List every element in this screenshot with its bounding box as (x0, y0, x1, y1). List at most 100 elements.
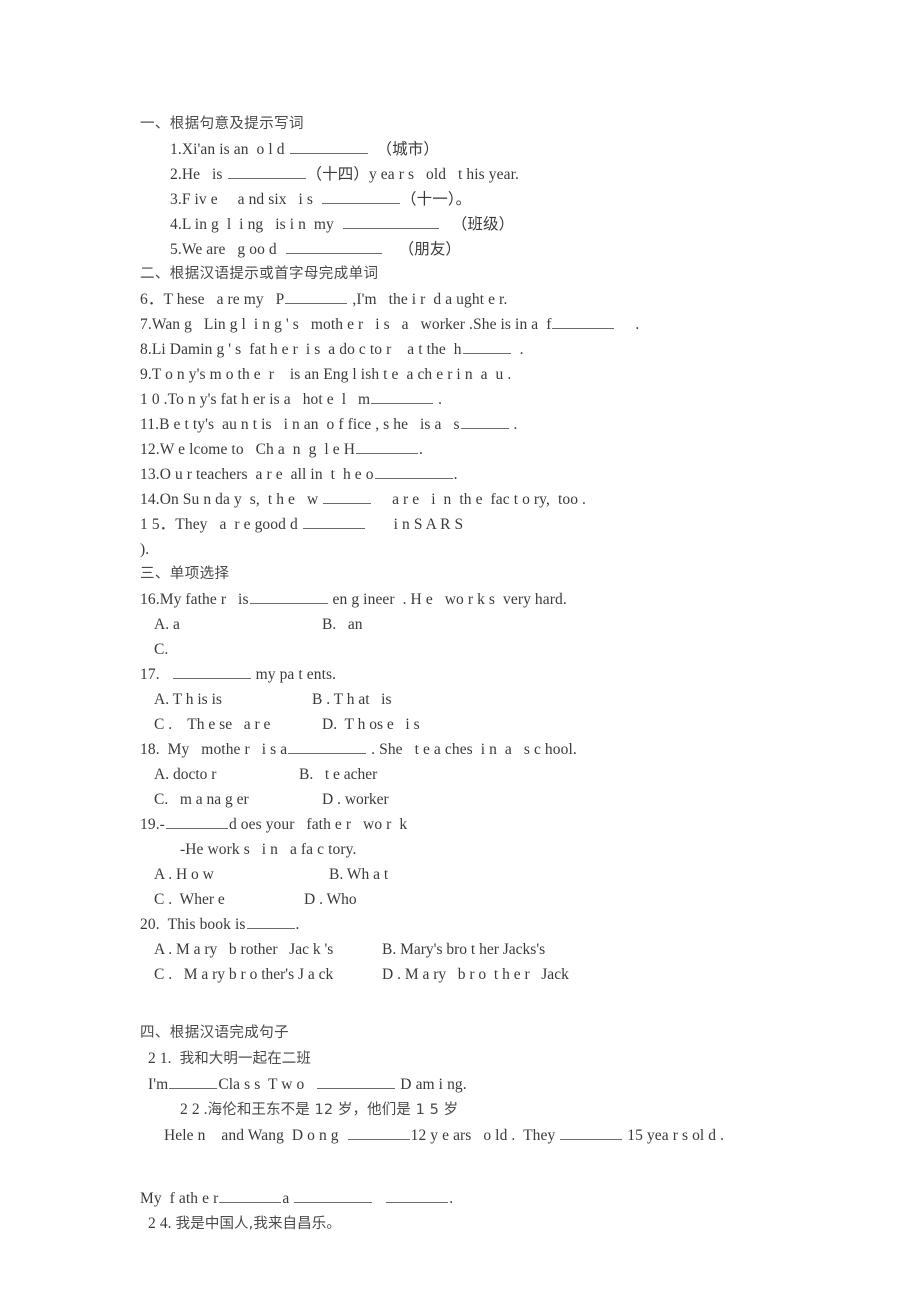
answer-blank[interactable] (386, 1188, 449, 1203)
item-text-post: . (453, 466, 458, 483)
item-number: 2 4. (148, 1215, 172, 1232)
answer-blank[interactable] (560, 1125, 623, 1140)
item-number: 11. (140, 416, 160, 433)
option-row: C . M a ry b r o ther's J a ck D . M a ry… (140, 962, 880, 987)
answer-blank[interactable] (219, 1188, 282, 1203)
answer-text-c: D am i ng. (396, 1076, 467, 1093)
item-number: 16. (140, 591, 160, 608)
answer-blank[interactable] (460, 414, 509, 429)
item-text-pre: B e t ty's au n t is i n an o f fice , s… (159, 416, 460, 433)
answer-blank[interactable] (165, 814, 228, 829)
item-chinese-text: 我和大明一起在二班 (179, 1051, 312, 1067)
question-item-20: 20. This book is. (140, 912, 880, 937)
option-row: C. m a na g er D . worker (140, 787, 880, 812)
question-item-15: 1 5．They a r e good d i n S A R S (140, 512, 880, 537)
question-item-11: 11.B e t ty's au n t is i n an o f fice … (140, 412, 880, 437)
option-b[interactable]: B. an (322, 616, 362, 633)
question-item-24: 2 4. 我是中国人,我来自昌乐。 (140, 1211, 880, 1237)
answer-blank[interactable] (169, 1074, 218, 1089)
question-21-answer-line: I'm Cla s s T w o D am i ng. (140, 1072, 880, 1097)
blank-spacer (140, 1173, 880, 1186)
item-text-post: my pa t ents. (251, 666, 337, 683)
item-number: 17. (140, 666, 160, 683)
answer-text-b: a (282, 1190, 294, 1207)
answer-blank[interactable] (323, 489, 372, 504)
option-c[interactable]: C . Th e se a r e (154, 712, 322, 737)
question-item-1: 1.Xi'an is an o l d （城市） (140, 137, 880, 162)
option-row: A . M a ry b rother Jac k 's B. Mary's br… (140, 937, 880, 962)
option-d[interactable]: D. T h os e i s (322, 716, 420, 733)
worksheet-content: 一、根据句意及提示写词 1.Xi'an is an o l d （城市） 2.H… (140, 112, 880, 1237)
answer-blank[interactable] (285, 239, 382, 254)
item-number: 12. (140, 441, 160, 458)
answer-blank[interactable] (285, 289, 348, 304)
answer-text-b: Cla s s T w o (218, 1076, 317, 1093)
answer-blank[interactable] (374, 464, 453, 479)
item-number: 2. (170, 166, 182, 183)
answer-text-b: 12 y e ars o ld . They (410, 1127, 560, 1144)
item-text-pre: L in g l i ng is i n my (181, 216, 342, 233)
item-text-post: en g ineer . H e wo r k s very hard. (328, 591, 567, 608)
item-number: 2 2 . (180, 1101, 208, 1118)
option-row: A. T h is is B . T h at is (140, 687, 880, 712)
answer-blank[interactable] (289, 139, 368, 154)
item-text-pre: We are g oo d (181, 241, 285, 258)
item-text-pre: My mothe r i s a (167, 741, 288, 758)
option-d[interactable]: D . Who (304, 891, 357, 908)
answer-blank[interactable] (322, 189, 401, 204)
option-d[interactable]: D . M a ry b r o t h e r Jack (382, 966, 569, 983)
item-number: 1 5． (140, 516, 176, 533)
option-b[interactable]: B . T h at is (312, 691, 392, 708)
option-c[interactable]: C . M a ry b r o ther's J a ck (154, 962, 382, 987)
answer-blank[interactable] (294, 1188, 373, 1203)
item-number: 6． (140, 291, 164, 308)
answer-blank[interactable] (172, 664, 251, 679)
answer-blank[interactable] (317, 1074, 396, 1089)
section-heading-four: 四、根据汉语完成句子 (140, 1025, 289, 1041)
option-b[interactable]: B. Wh a t (329, 866, 388, 883)
item-text-post: （十一）。 (401, 191, 472, 208)
option-b[interactable]: B. t e acher (299, 766, 377, 783)
answer-blank[interactable] (371, 389, 434, 404)
item-chinese-text: 海伦和王东不是 12 岁，他们是 1 5 岁 (207, 1102, 459, 1118)
item-text-pre: T hese a re my P (163, 291, 285, 308)
item-text-pre: W e lcome to Ch a n g l e H (159, 441, 356, 458)
item-text-post: . (615, 316, 640, 333)
option-d[interactable]: D . worker (322, 791, 389, 808)
item-number: 7. (140, 316, 152, 333)
option-a[interactable]: A. a (154, 612, 322, 637)
item-number: 3. (170, 191, 182, 208)
answer-blank[interactable] (227, 164, 306, 179)
answer-text-a: Hele n and Wang D o n g (164, 1127, 347, 1144)
answer-blank[interactable] (288, 739, 367, 754)
answer-blank[interactable] (347, 1125, 410, 1140)
option-a[interactable]: A . H o w (154, 862, 329, 887)
answer-blank[interactable] (462, 339, 511, 354)
answer-text-c: 15 yea r s ol d . (623, 1127, 725, 1144)
question-item-7: 7.Wan g Lin g l i n g ' s moth e r i s a… (140, 312, 880, 337)
item-text-pre: Wan g Lin g l i n g ' s moth e r i s a w… (151, 316, 552, 333)
answer-blank[interactable] (302, 514, 365, 529)
option-a[interactable]: A. docto r (154, 762, 299, 787)
option-b[interactable]: B. Mary's bro t her Jacks's (382, 941, 545, 958)
item-text-post: （城市） (368, 141, 439, 158)
answer-blank[interactable] (552, 314, 615, 329)
option-row: C . Wher eD . Who (140, 887, 880, 912)
option-a[interactable]: A. T h is is (154, 687, 312, 712)
answer-blank[interactable] (356, 439, 419, 454)
item-text-post: . (434, 391, 443, 408)
question-item-19: 19.- d oes your fath e r wo r k (140, 812, 880, 837)
option-c[interactable]: C. (154, 637, 322, 662)
item-text-pre: On Su n da y s, t h e w (159, 491, 323, 508)
item-text-pre: This book is (167, 916, 246, 933)
option-c[interactable]: C . Wher e (154, 887, 304, 912)
question-item-2: 2.He is （十四）y ea r s old t his year. (140, 162, 880, 187)
option-c[interactable]: C. m a na g er (154, 787, 322, 812)
answer-blank[interactable] (246, 914, 295, 929)
option-a[interactable]: A . M a ry b rother Jac k 's (154, 937, 382, 962)
answer-blank[interactable] (249, 589, 328, 604)
answer-text-c (373, 1190, 385, 1207)
answer-blank[interactable] (342, 214, 439, 229)
item-text-post: . (509, 416, 518, 433)
